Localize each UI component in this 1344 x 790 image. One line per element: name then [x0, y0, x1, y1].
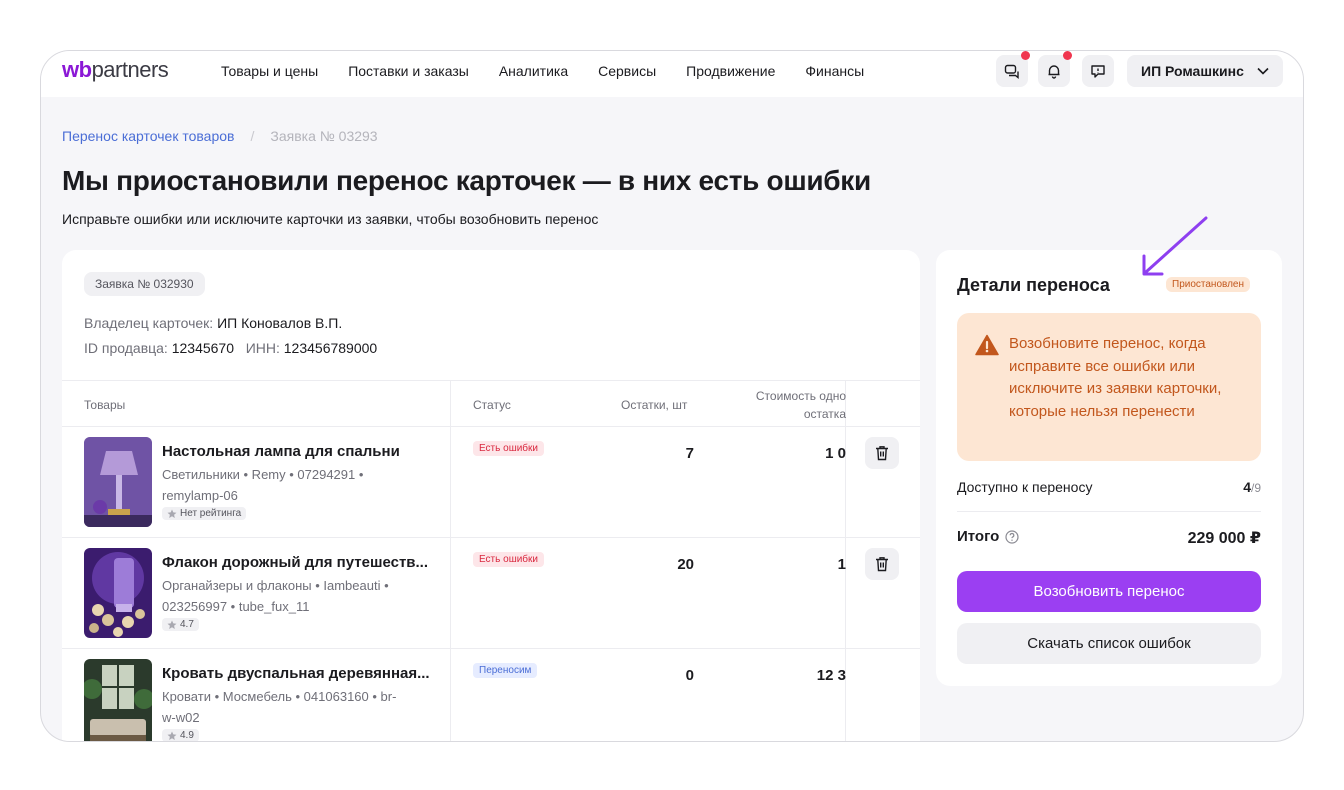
- rating-badge: Нет рейтинга: [162, 507, 247, 520]
- table-header: Товары Статус Остатки, шт Стоимость одно…: [62, 380, 920, 427]
- nav-item-supplies[interactable]: Поставки и заказы: [348, 63, 469, 79]
- available-value: 4: [1243, 479, 1251, 495]
- annotation-arrow-icon: [1142, 216, 1208, 276]
- rating-value: Нет рейтинга: [180, 508, 242, 519]
- cost-value: 1 0: [825, 445, 846, 462]
- table-row[interactable]: Настольная лампа для спальни Светильники…: [62, 427, 920, 538]
- delete-button[interactable]: [865, 437, 899, 469]
- trash-icon: [876, 557, 888, 572]
- star-icon: [167, 509, 177, 518]
- app-window: wbpartners Товары и цены Поставки и зака…: [40, 50, 1304, 742]
- stock-value: 7: [685, 445, 694, 462]
- cost-value: 12 3: [816, 667, 846, 684]
- total-label: Итого: [957, 528, 1000, 545]
- rating-value: 4.7: [180, 619, 194, 630]
- delete-button[interactable]: [865, 548, 899, 580]
- status-badge: Переносим: [473, 663, 538, 678]
- breadcrumb-separator: /: [250, 128, 255, 144]
- help-icon[interactable]: [1005, 529, 1019, 544]
- star-icon: [167, 731, 177, 740]
- trash-icon: [876, 446, 888, 461]
- chevron-down-icon: [1257, 67, 1269, 75]
- ids-line: ID продавца: 12345670 ИНН: 123456789000: [84, 340, 377, 356]
- chat-button[interactable]: [996, 51, 1030, 87]
- column-stock: Остатки, шт: [621, 398, 688, 412]
- product-image-lamp: [84, 437, 152, 527]
- user-name: ИП Ромашкинс: [1141, 63, 1244, 79]
- page-title: Мы приостановили перенос карточек — в ни…: [62, 165, 871, 196]
- cost-value: 1: [837, 556, 846, 573]
- main-nav: Товары и цены Поставки и заказы Аналитик…: [221, 63, 864, 79]
- bell-notification-dot: [1063, 51, 1072, 60]
- product-name[interactable]: Флакон дорожный для путешеств...: [162, 554, 428, 571]
- support-button[interactable]: [1082, 55, 1114, 87]
- rating-badge: 4.9: [162, 729, 199, 741]
- inn-label: ИНН:: [245, 340, 280, 356]
- product-name[interactable]: Кровать двуспальная деревянная...: [162, 665, 430, 682]
- transfer-details-card: Детали переноса Приостановлен Возобновит…: [936, 250, 1282, 686]
- owner-value: ИП Коновалов В.П.: [217, 315, 343, 331]
- logo-partners: partners: [91, 57, 169, 82]
- status-badge: Есть ошибки: [473, 552, 544, 567]
- owner-label: Владелец карточек:: [84, 315, 214, 331]
- products-table: Товары Статус Остатки, шт Стоимость одно…: [62, 380, 920, 741]
- page-subtitle: Исправьте ошибки или исключите карточки …: [62, 211, 599, 227]
- support-icon: [1091, 65, 1105, 78]
- available-row: Доступно к переносу 4/9: [957, 479, 1261, 495]
- bell-icon: [1048, 65, 1060, 79]
- warning-alert: Возобновите перенос, когда исправите все…: [957, 313, 1261, 461]
- product-name[interactable]: Настольная лампа для спальни: [162, 443, 400, 460]
- download-errors-button[interactable]: Скачать список ошибок: [957, 623, 1261, 664]
- request-number-badge: Заявка № 032930: [84, 272, 205, 296]
- details-title: Детали переноса: [957, 275, 1110, 295]
- owner-line: Владелец карточек: ИП Коновалов В.П.: [84, 315, 342, 331]
- rating-value: 4.9: [180, 730, 194, 741]
- total-row: Итого 229 000 ₽: [957, 528, 1261, 547]
- seller-id-label: ID продавца:: [84, 340, 168, 356]
- rating-badge: 4.7: [162, 618, 199, 631]
- table-row[interactable]: Флакон дорожный для путешеств... Органай…: [62, 538, 920, 649]
- stock-value: 20: [677, 556, 694, 573]
- nav-item-finance[interactable]: Финансы: [805, 63, 864, 79]
- star-icon: [167, 620, 177, 629]
- column-cost-line1: Стоимость одно: [755, 389, 846, 403]
- divider: [957, 511, 1261, 512]
- inn-value: 123456789000: [283, 340, 378, 356]
- column-status: Статус: [473, 398, 511, 412]
- table-row[interactable]: Кровать двуспальная деревянная... Кроват…: [62, 649, 920, 741]
- top-header: wbpartners Товары и цены Поставки и зака…: [41, 51, 1303, 97]
- available-count: 4/9: [1243, 479, 1261, 495]
- notifications-button[interactable]: [1038, 51, 1072, 87]
- status-badge: Есть ошибки: [473, 441, 544, 456]
- product-meta: Светильники • Remy • 07294291 • remylamp…: [162, 467, 364, 503]
- stock-value: 0: [685, 667, 694, 684]
- available-total: /9: [1250, 481, 1261, 495]
- product-meta: Органайзеры и флаконы • Iambeauti • 0232…: [162, 578, 389, 614]
- nav-item-products[interactable]: Товары и цены: [221, 63, 318, 79]
- nav-item-promotion[interactable]: Продвижение: [686, 63, 775, 79]
- chat-notification-dot: [1021, 51, 1030, 60]
- product-image-bed: [84, 659, 152, 741]
- warning-icon: [975, 334, 999, 356]
- product-image-flask: [84, 548, 152, 638]
- total-value: 229 000 ₽: [1187, 530, 1261, 547]
- breadcrumb-parent[interactable]: Перенос карточек товаров: [62, 128, 234, 144]
- seller-id-value: 12345670: [171, 340, 235, 356]
- column-cost-line2: остатка: [803, 407, 846, 421]
- logo-wb: wb: [62, 57, 92, 82]
- user-menu[interactable]: ИП Ромашкинс: [1127, 55, 1283, 87]
- nav-item-analytics[interactable]: Аналитика: [499, 63, 568, 79]
- nav-item-services[interactable]: Сервисы: [598, 63, 656, 79]
- column-products: Товары: [84, 398, 126, 412]
- available-label: Доступно к переносу: [957, 479, 1093, 495]
- request-card: Заявка № 032930 Владелец карточек: ИП Ко…: [62, 250, 920, 741]
- breadcrumb-current: Заявка № 03293: [270, 128, 378, 144]
- logo[interactable]: wbpartners: [62, 57, 169, 83]
- warning-text: Возобновите перенос, когда исправите все…: [1009, 335, 1222, 420]
- resume-transfer-button[interactable]: Возобновить перенос: [957, 571, 1261, 612]
- breadcrumb: Перенос карточек товаров / Заявка № 0329…: [62, 128, 378, 144]
- chat-icon: [1004, 64, 1019, 79]
- product-meta: Кровати • Мосмебель • 041063160 • br-w-w…: [162, 689, 397, 725]
